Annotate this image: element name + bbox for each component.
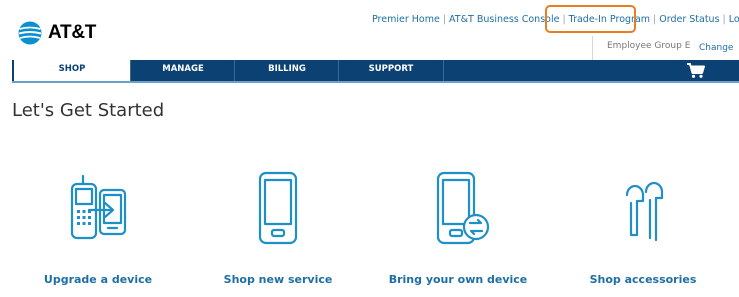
- main-nav: SHOP MANAGE BILLING SUPPORT: [12, 60, 739, 83]
- business-console-link[interactable]: AT&T Business Console: [449, 14, 559, 25]
- att-logo[interactable]: AT&T: [18, 21, 96, 45]
- cart-icon[interactable]: [686, 62, 706, 79]
- trade-in-highlight-box: [545, 5, 636, 33]
- order-status-link[interactable]: Order Status: [659, 14, 719, 25]
- globe-icon: [18, 21, 42, 45]
- page-title: Let's Get Started: [12, 100, 165, 121]
- earbuds-icon: [625, 181, 664, 242]
- shop-accessories-label[interactable]: Shop accessories: [568, 273, 718, 286]
- brand-name: AT&T: [48, 22, 97, 43]
- tab-shop[interactable]: SHOP: [14, 60, 130, 81]
- bring-your-own-device-label[interactable]: Bring your own device: [383, 273, 533, 286]
- premier-home-link[interactable]: Premier Home: [372, 14, 440, 25]
- tab-support[interactable]: SUPPORT: [338, 60, 444, 81]
- tab-manage[interactable]: MANAGE: [130, 60, 235, 81]
- change-group-link[interactable]: Change: [699, 43, 733, 53]
- employee-group-bar: Employee Group E Change: [592, 36, 739, 60]
- smartphone-icon: [258, 171, 298, 245]
- shop-accessories-option[interactable]: Shop accessories: [568, 170, 718, 286]
- group-name: Employee Group E: [607, 41, 691, 51]
- upgrade-device-label[interactable]: Upgrade a device: [23, 273, 173, 286]
- byod-icon: [436, 171, 490, 245]
- shop-new-service-label[interactable]: Shop new service: [203, 273, 353, 286]
- upgrade-device-icon: [70, 174, 127, 240]
- logout-link[interactable]: Log out: [729, 14, 739, 25]
- upgrade-device-option[interactable]: Upgrade a device: [23, 170, 173, 286]
- shop-new-service-option[interactable]: Shop new service: [203, 170, 353, 286]
- bring-your-own-device-option[interactable]: Bring your own device: [383, 170, 533, 286]
- tab-billing[interactable]: BILLING: [234, 60, 339, 81]
